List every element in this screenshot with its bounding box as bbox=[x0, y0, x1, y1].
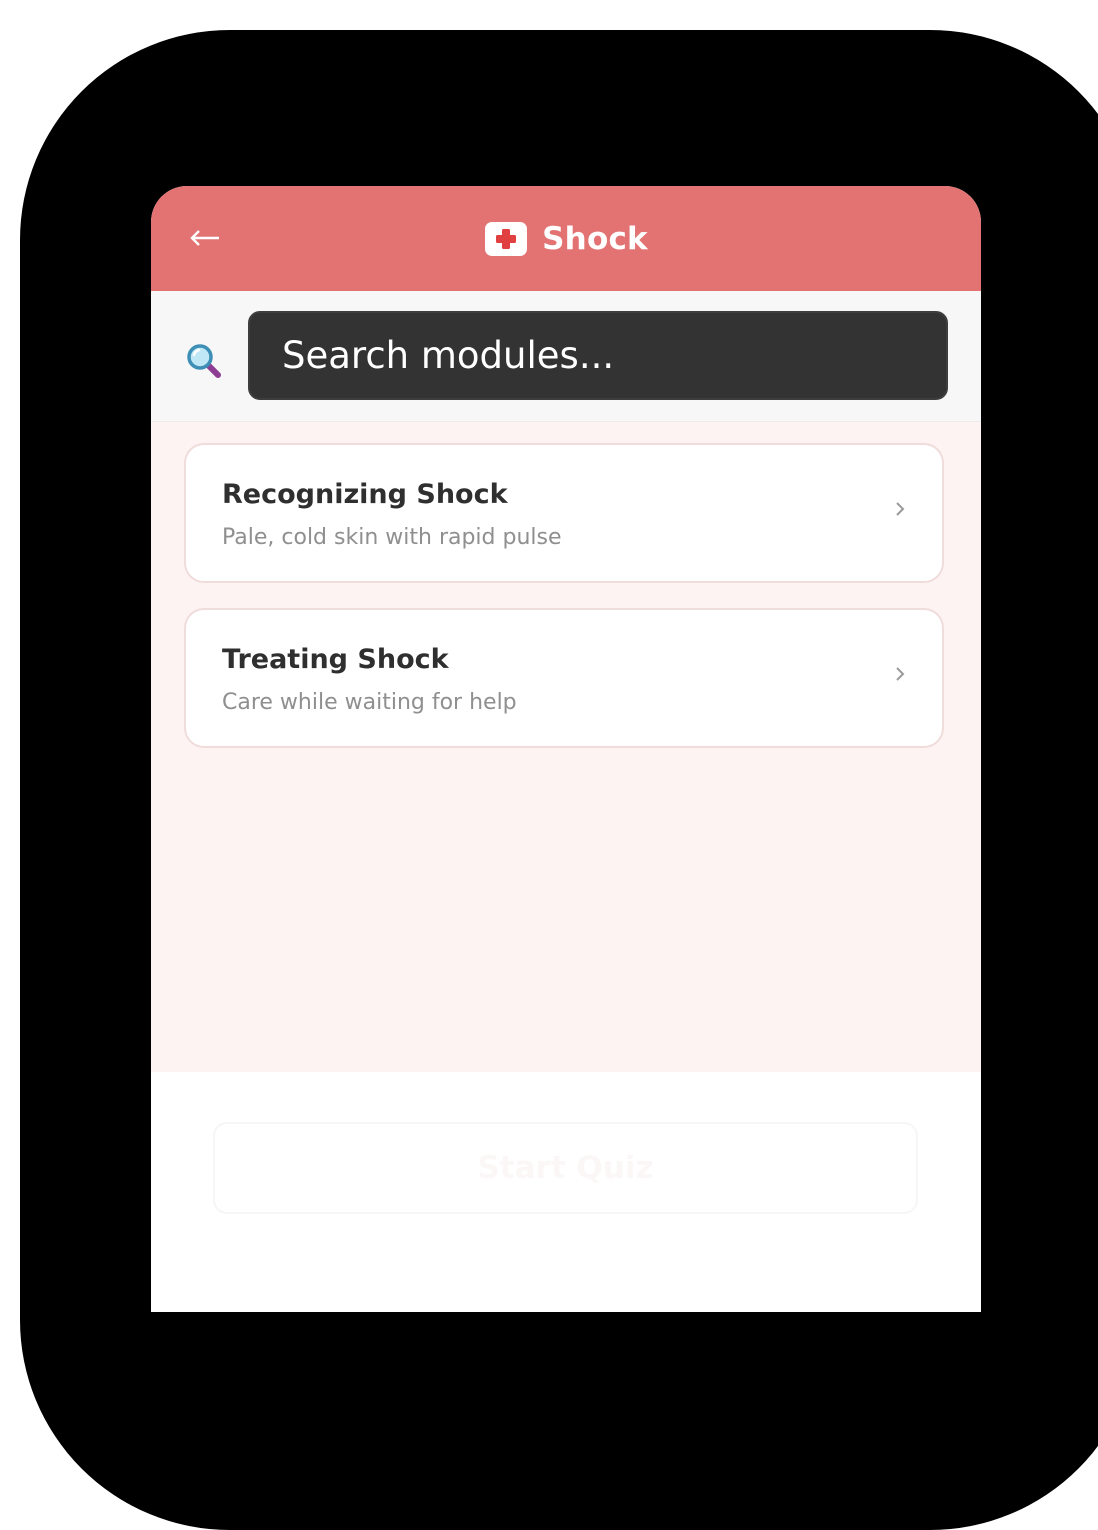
first-aid-icon bbox=[485, 221, 528, 256]
app-header: Shock bbox=[151, 186, 981, 292]
magnifying-glass-icon bbox=[187, 344, 221, 378]
chevron-right-icon bbox=[896, 502, 905, 516]
search-input[interactable] bbox=[248, 311, 948, 400]
start-quiz-button[interactable]: Start Quiz bbox=[213, 1122, 918, 1214]
module-subtitle: Pale, cold skin with rapid pulse bbox=[222, 525, 562, 550]
footer: Start Quiz bbox=[151, 1072, 981, 1312]
page-title: Shock bbox=[542, 220, 648, 257]
module-card-recognizing-shock[interactable]: Recognizing Shock Pale, cold skin with r… bbox=[184, 443, 944, 583]
header-title-group: Shock bbox=[151, 186, 981, 291]
module-title: Treating Shock bbox=[222, 644, 449, 675]
module-subtitle: Care while waiting for help bbox=[222, 690, 517, 715]
module-list: Recognizing Shock Pale, cold skin with r… bbox=[151, 422, 981, 1072]
app-screen: Shock Recognizing Shock Pale, cold skin … bbox=[151, 186, 981, 1312]
chevron-right-icon bbox=[896, 667, 905, 681]
module-card-treating-shock[interactable]: Treating Shock Care while waiting for he… bbox=[184, 608, 944, 748]
search-bar bbox=[151, 291, 981, 422]
module-title: Recognizing Shock bbox=[222, 479, 508, 510]
